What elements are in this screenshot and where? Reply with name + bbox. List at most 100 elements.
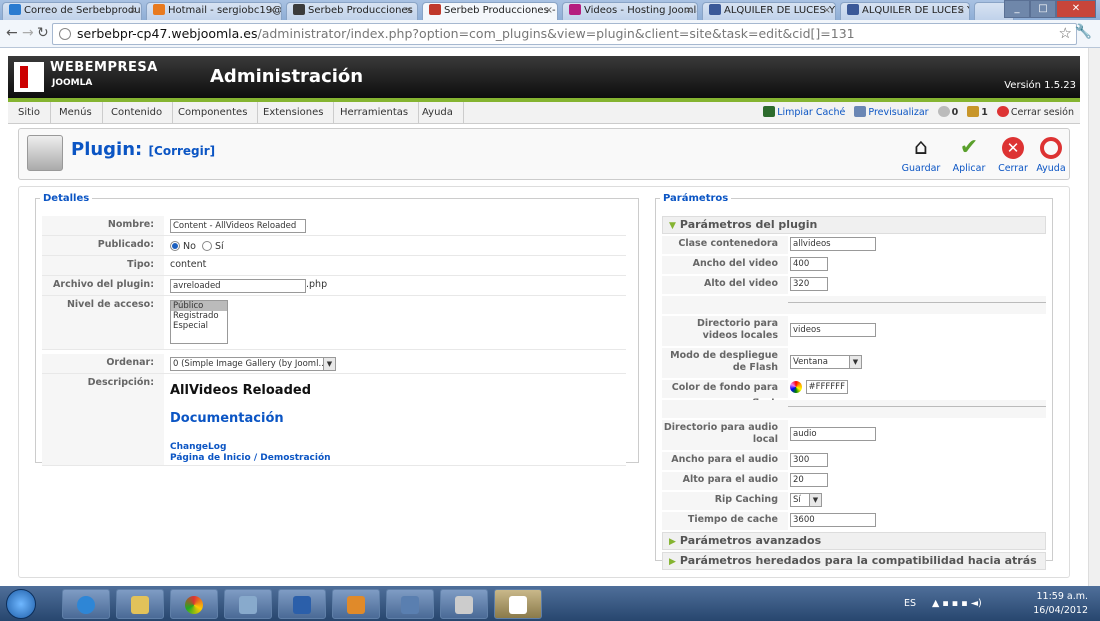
browser-tab[interactable]: Videos - Hosting Joomla × [562,2,698,20]
audio-height-input[interactable]: 20 [790,473,828,487]
access-option[interactable]: Especial [171,321,227,331]
browser-tab[interactable]: ALQUILER DE LUCES Y × [702,2,836,20]
flash-mode-select[interactable]: Ventana ▼ [790,355,862,369]
browser-tab[interactable]: Serbeb Producciones × [286,2,418,20]
browser-tab-active[interactable]: Serbeb Producciones - × [422,2,558,20]
maximize-icon[interactable]: □ [1030,0,1056,18]
start-button[interactable] [6,589,36,619]
apply-button[interactable]: ✔ Aplicar [947,133,991,174]
users-count[interactable]: 1 [967,106,988,118]
clock-time[interactable]: 11:59 a.m. [1036,591,1088,602]
params-legend: Parámetros [663,193,729,204]
url-path: /administrator/index.php?option=com_plug… [257,26,855,41]
menu-menus[interactable]: Menús [49,102,103,124]
taskbar-app[interactable] [386,589,434,619]
toolbar-title: Plugin: [Corregir] [71,139,216,160]
vertical-scrollbar[interactable] [1088,48,1100,586]
homepage-link[interactable]: Página de Inicio / Demostración [170,449,331,467]
param-row: Directorio para videos locales videos [662,316,1046,346]
browser-tab[interactable]: ALQUILER DE LUCES Y × [840,2,970,20]
menu-contenido[interactable]: Contenido [101,102,174,124]
browser-tab[interactable]: Correo de Serbebprodu × [2,2,142,20]
admin-header: WEBEMPRESA JOOMLA Administración Versión… [8,56,1080,98]
plugin-params-panel[interactable]: ▼ Parámetros del plugin [662,216,1046,234]
forward-icon[interactable]: → [22,25,34,41]
chevron-down-icon: ▼ [809,494,821,506]
taskbar-explorer[interactable] [116,589,164,619]
window-controls: _ □ ✕ [1004,0,1096,18]
audio-width-input[interactable]: 300 [790,453,828,467]
cache-time-input[interactable]: 3600 [790,513,876,527]
browser-tab[interactable]: Hotmail - sergiobc19@ × [146,2,282,20]
url-host: serbebpr-cp47.webjoomla.es [77,26,258,41]
video-dir-input[interactable]: videos [790,323,876,337]
published-no-radio[interactable] [170,241,180,251]
description-row: Descripción: AllVideos Reloaded Document… [42,374,626,466]
back-icon[interactable]: ← [6,25,18,41]
advanced-params-panel[interactable]: ▶ Parámetros avanzados [662,532,1046,550]
taskbar-notepad[interactable] [494,589,542,619]
close-icon[interactable]: × [129,3,137,19]
audio-dir-input[interactable]: audio [790,427,876,441]
taskbar-paint[interactable] [440,589,488,619]
legacy-params-panel[interactable]: ▶ Parámetros heredados para la compatibil… [662,552,1046,570]
save-button[interactable]: ⌂ Guardar [899,133,943,174]
clear-cache-link[interactable]: Limpiar Caché [763,106,845,118]
param-row: Tiempo de cache 3600 [662,512,1046,530]
clock-date[interactable]: 16/04/2012 [1033,605,1088,616]
access-option[interactable]: Público [171,301,227,311]
taskbar-media[interactable] [332,589,380,619]
video-width-input[interactable]: 400 [790,257,828,271]
preview-link[interactable]: Previsualizar [854,106,929,118]
param-row: Modo de despliegue de Flash Ventana ▼ [662,348,1046,378]
close-icon[interactable]: × [405,3,413,19]
checkmark-icon: ✔ [959,135,979,160]
color-picker-icon[interactable] [790,381,802,393]
taskbar-app[interactable] [224,589,272,619]
hosting-icon [569,4,581,15]
taskbar-word[interactable] [278,589,326,619]
container-input[interactable]: allvideos [790,237,876,251]
documentation-link[interactable]: Documentación [170,410,284,428]
file-input[interactable]: avreloaded [170,278,306,293]
wrench-icon[interactable]: 🔧 [1075,24,1092,40]
menu-herramientas[interactable]: Herramientas [330,102,420,124]
site-icon [293,4,305,15]
cancel-icon: ✕ [1002,137,1024,159]
broom-icon [763,106,776,117]
close-window-icon[interactable]: ✕ [1056,0,1096,18]
reload-icon[interactable]: ↻ [37,25,49,41]
rip-caching-select[interactable]: Sí ▼ [790,493,822,507]
order-select[interactable]: 0 (Simple Image Gallery (by Jooml...) ▼ [170,356,336,371]
name-input[interactable]: Content - AllVideos Reloaded [170,218,306,233]
close-icon[interactable]: × [545,3,553,19]
minimize-icon[interactable]: _ [1004,0,1030,18]
menu-extensiones[interactable]: Extensiones [253,102,335,124]
menu-componentes[interactable]: Componentes [168,102,259,124]
video-height-input[interactable]: 320 [790,277,828,291]
messages-count[interactable]: 0 [937,106,958,118]
param-row: Rip Caching Sí ▼ [662,492,1046,510]
bg-color-input[interactable]: #FFFFFF [805,380,848,394]
url-field[interactable]: serbebpr-cp47.webjoomla.es/administrator… [52,23,1077,45]
published-yes-radio[interactable] [201,241,212,251]
close-icon[interactable]: × [957,3,965,19]
close-icon[interactable]: × [269,3,277,19]
bookmark-star-icon[interactable]: ☆ [1059,24,1072,42]
language-indicator[interactable]: ES [904,598,916,609]
help-button[interactable]: Ayuda [1029,133,1073,174]
logout-link[interactable]: Cerrar sesión [996,106,1074,118]
close-icon[interactable]: × [823,3,831,19]
tray-icons[interactable]: ▲ ▪ ▪ ▪ ◄) [932,598,982,609]
close-icon[interactable]: × [685,3,693,19]
access-option[interactable]: Registrado [171,311,227,321]
taskbar-chrome[interactable] [170,589,218,619]
menu-sitio[interactable]: Sitio [8,102,51,124]
access-listbox[interactable]: Público Registrado Especial [170,300,228,344]
params-fieldset: Parámetros ▼ Parámetros del plugin Clase … [655,193,1053,570]
preview-icon [854,106,867,117]
admin-menu: Sitio Menús Contenido Componentes Extens… [8,102,1080,124]
menu-ayuda[interactable]: Ayuda [412,102,464,124]
facebook-icon [709,4,721,15]
taskbar-ie[interactable] [62,589,110,619]
